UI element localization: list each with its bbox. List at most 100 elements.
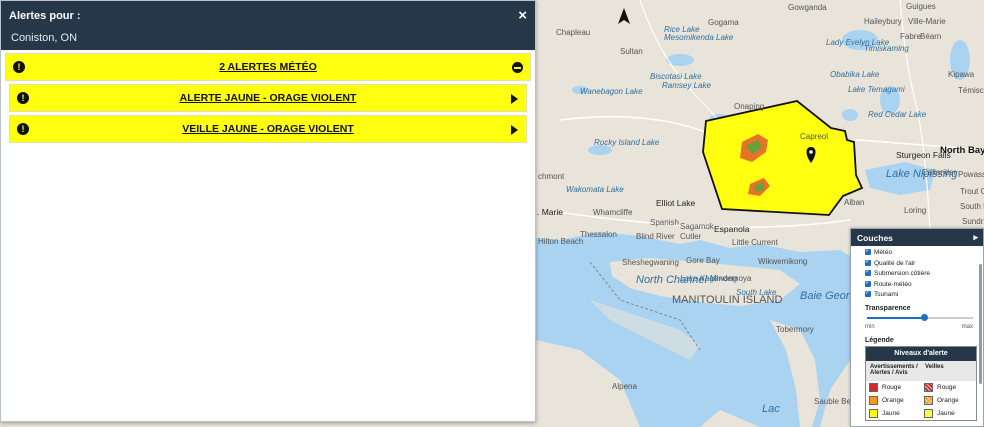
slider-handle[interactable] [921,313,929,321]
alerts-summary-label[interactable]: 2 ALERTES MÉTÉO [6,61,530,73]
map-label: Obabika Lake [830,70,880,79]
layers-title: Couches [857,233,893,243]
map-label: South River [960,202,984,211]
layers-body: Météo Qualité de l'air Submersion côtièr… [851,246,983,426]
map-label: Tobermory [776,325,814,334]
map-label: North Bay [940,145,984,156]
map-label: Rocky Island Lake [594,138,660,147]
legend-row: Jaune Jaune [866,407,976,420]
expand-arrow-icon[interactable] [511,125,518,135]
checkbox[interactable] [865,257,871,267]
swatch-yellow-watch [924,408,933,418]
map-label: Spanish [650,218,679,227]
map-label: Ramsey Lake [662,81,711,90]
layer-item-tsunami[interactable]: Tsunami [865,288,983,301]
map-label: Mesomikenda Lake [664,33,734,42]
map-label: Haileybury [864,17,902,26]
alert-label[interactable]: VEILLE JAUNE - ORAGE VIOLENT [10,123,526,135]
checkbox[interactable] [865,267,871,277]
min-label: min [865,323,875,330]
map-label: Loring [904,206,927,215]
map-label: Callander [922,168,957,177]
map-label: Gore Bay [686,256,720,265]
map-label: Sagamok [680,222,714,231]
panel-title: Alertes pour : [9,10,81,22]
legend-label: Légende [865,336,894,344]
swatch-yellow [869,408,878,418]
location-name: Coniston, ON [11,32,78,44]
map-label: Lake Kagawong [680,274,738,283]
map-label: Hilton Beach [538,237,584,246]
alerts-summary-row[interactable]: ! 2 ALERTES MÉTÉO [5,53,531,81]
map-label: Cutler [680,232,702,241]
map-label: Wakomata Lake [566,185,624,194]
swatch-red [869,382,878,392]
map-label: Sheshegwaning [622,258,679,267]
layer-item-coastal-flooding[interactable]: Submersion côtière [865,267,983,280]
alerts-list: ! 2 ALERTES MÉTÉO ! ALERTE JAUNE - ORAGE… [1,50,535,143]
map-label: Red Cedar Lake [868,110,927,119]
map-label: Timiskaming [864,44,909,53]
map-label: Wanebagon Lake [580,87,643,96]
alert-row-watch[interactable]: ! VEILLE JAUNE - ORAGE VIOLENT [9,115,527,143]
layers-scrollbar[interactable] [979,264,982,384]
max-label: max [961,323,973,330]
alerts-panel: Alertes pour : × Coniston, ON ! 2 ALERTE… [0,0,536,422]
legend-row: Rouge Rouge [866,381,976,394]
map-label: Sundridge [962,217,984,226]
collapse-icon[interactable] [512,62,523,73]
map-label: Capreol [800,132,829,141]
layers-panel: Couches ▸ Météo Qualité de l'air Submers… [850,228,984,427]
layers-header[interactable]: Couches ▸ [851,229,983,246]
map-label: Ville-Marie [908,17,946,26]
panel-header: Alertes pour : × Coniston, ON [1,1,535,50]
map-label: Gogama [708,18,739,27]
map-label: Alpena [612,382,637,391]
alert-label[interactable]: ALERTE JAUNE - ORAGE VIOLENT [10,92,526,104]
swatch-orange [869,395,878,405]
map-label: Sultan [620,47,643,56]
map-label: Onaping [734,102,765,111]
layer-item-road-weather[interactable]: Route-météo [865,278,983,291]
expand-arrow-icon[interactable] [511,94,518,104]
checkbox[interactable] [865,246,871,256]
map-label: Thessalon [580,230,617,239]
map-label: Elliot Lake [656,198,696,208]
map-label: Béarn [920,32,942,41]
alert-row-warning[interactable]: ! ALERTE JAUNE - ORAGE VIOLENT [9,84,527,112]
map-label: Espanola [714,224,750,234]
map-label: Fabre [900,32,921,41]
map-label: chmont [538,172,565,181]
map-label: Blind River [636,232,675,241]
map-label: Kipawa [948,70,975,79]
layer-item-meteo[interactable]: Météo [865,246,983,259]
swatch-red-watch [924,382,933,392]
transparency-slider[interactable] [865,312,973,324]
legend-title: Niveaux d'alerte [866,346,976,361]
checkbox[interactable] [865,288,871,298]
legend-row: Orange Orange [866,394,976,407]
map-label: Alban [844,198,865,207]
chevron-right-icon[interactable]: ▸ [973,232,978,243]
alert-levels-legend: Niveaux d'alerte Avertissements / Alerte… [865,345,977,421]
close-icon[interactable]: × [518,7,527,24]
map-label: . Marie [537,207,563,217]
map-label: Lac [762,403,780,415]
layer-item-air-quality[interactable]: Qualité de l'air [865,257,983,270]
map-label: Témiscamingue [958,86,984,95]
legend-col-watches: Veilles [925,363,944,370]
swatch-orange-watch [924,395,933,405]
slider-range-labels: min max [865,324,973,333]
legend-col-warnings: Avertissements / Alertes / Avis [870,363,918,376]
checkbox[interactable] [865,278,871,288]
map-label: Lake Temagami [848,85,905,94]
map-label: Trout Creek [960,187,984,196]
map-label: Biscotasi Lake [650,72,702,81]
map-label: MANITOULIN ISLAND [672,294,783,306]
map-label: Powassan [958,170,984,179]
map-label: Chapleau [556,28,591,37]
map-label: Wikwemikong [758,257,808,266]
map-label: Little Current [732,238,778,247]
map-label: Gowganda [788,3,827,12]
map-label: Whamcliffe [593,208,633,217]
